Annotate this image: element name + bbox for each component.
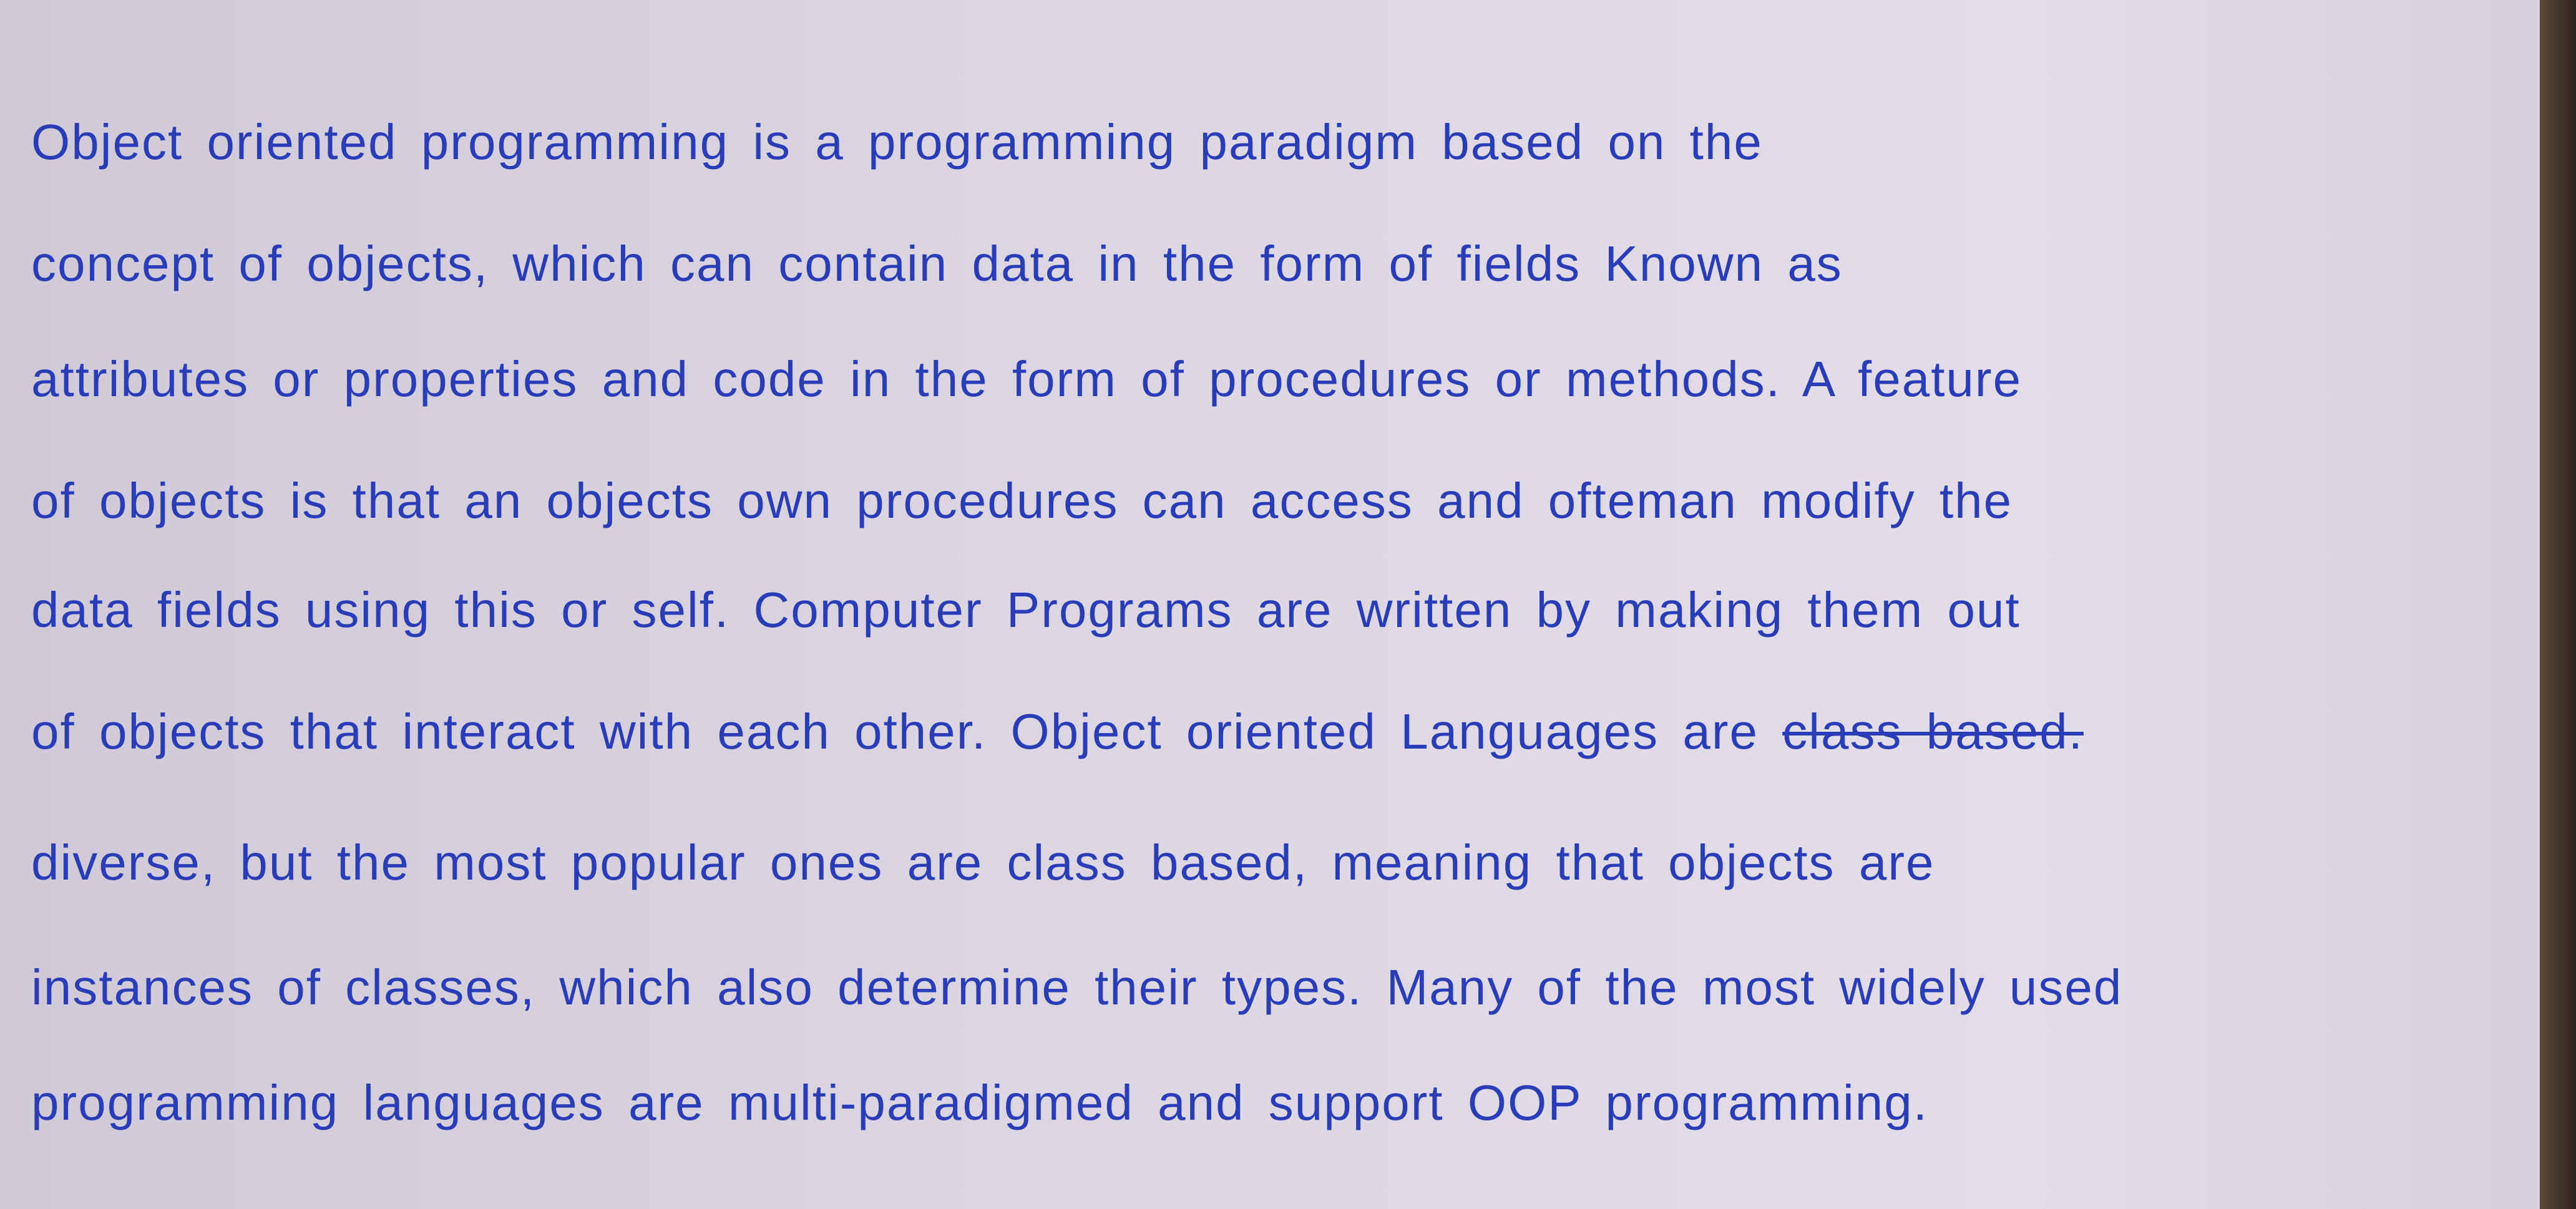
text-line: concept of objects, which can contain da… <box>31 236 1843 291</box>
text-line: of objects is that an objects own proced… <box>31 473 2013 528</box>
text-segment: of objects that interact with each other… <box>31 704 1759 759</box>
text-line: data fields using this or self. Computer… <box>31 582 2021 638</box>
text-line: instances of classes, which also determi… <box>31 959 2123 1015</box>
text-line: programming languages are multi-paradigm… <box>31 1075 1928 1130</box>
table-edge <box>2540 0 2576 1209</box>
text-line: attributes or properties and code in the… <box>31 351 2022 407</box>
text-line: diverse, but the most popular ones are c… <box>31 835 1935 890</box>
struck-out-text: class based. <box>1782 704 2084 759</box>
text-line: Object oriented programming is a program… <box>31 114 1763 170</box>
text-line: of objects that interact with each other… <box>31 702 2084 762</box>
